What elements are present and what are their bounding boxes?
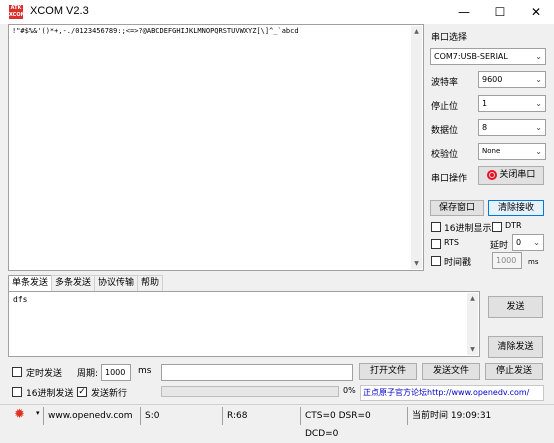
scroll-down-icon[interactable]: ▼ [411,258,422,269]
send-input[interactable]: dfs ▲ ▼ [8,291,480,357]
timestamp-unit: ms [528,258,539,266]
timestamp-checkbox[interactable] [431,256,441,266]
timed-send-checkbox[interactable] [12,367,22,377]
parity-select[interactable]: None ⌄ [478,143,546,160]
hex-display-checkbox[interactable] [431,222,441,232]
scroll-up-icon[interactable]: ▲ [467,293,478,304]
send-scrollbar[interactable]: ▲ ▼ [467,293,478,355]
delay-label: 延时 [490,241,509,251]
open-file-button[interactable]: 打开文件 [359,363,417,380]
tab-help[interactable]: 帮助 [137,275,164,291]
signal-status: CTS=0 DSR=0 DCD=0 [300,407,407,439]
website-link[interactable]: www.openedv.com [43,407,140,425]
tab-single-send[interactable]: 单条发送 [8,275,53,291]
chevron-down-icon[interactable]: ▾ [36,409,40,417]
timestamp-label: 时间戳 [444,258,472,268]
chevron-down-icon: ⌄ [535,99,542,108]
port-label: 串口选择 [431,33,468,43]
save-window-button[interactable]: 保存窗口 [430,200,484,216]
receive-count: R:68 [222,407,300,425]
send-newline-label: 发送新行 [91,389,128,399]
tab-multi-send[interactable]: 多条发送 [51,275,96,291]
maximize-button[interactable]: ☐ [482,0,518,24]
send-file-button[interactable]: 发送文件 [422,363,480,380]
receive-text: !"#$%&'()*+,-./0123456789:;<=>?@ABCDEFGH… [12,27,299,35]
timed-send-label: 定时发送 [26,369,63,379]
app-logo-icon: ATK XCOM [9,5,26,19]
stop-label: 停止位 [431,102,459,112]
close-button[interactable]: ✕ [518,0,554,24]
progress-bar [161,386,339,397]
send-button[interactable]: 发送 [488,296,543,318]
stop-select[interactable]: 1 ⌄ [478,95,546,112]
chevron-down-icon: ⌄ [535,52,542,61]
chevron-down-icon: ⌄ [535,123,542,132]
gear-icon[interactable]: ✹ [14,407,25,423]
stop-send-button[interactable]: 停止发送 [485,363,543,380]
window-title: XCOM V2.3 [30,5,89,17]
op-label: 串口操作 [431,174,468,184]
rts-checkbox[interactable] [431,239,441,249]
chevron-down-icon: ⌄ [533,238,540,247]
send-text: dfs [13,295,28,304]
period-label: 周期: [77,369,99,379]
data-label: 数据位 [431,126,459,136]
send-count: S:0 [140,407,222,425]
period-unit: ms [138,366,152,376]
hex-send-label: 16进制发送 [26,389,74,399]
delay-select[interactable]: 0 ⌄ [512,234,544,251]
progress-label: 0% [343,386,356,395]
close-port-button[interactable]: 关闭串口 [478,166,544,185]
clear-send-button[interactable]: 清除发送 [488,336,543,358]
parity-label: 校验位 [431,150,459,160]
scroll-up-icon[interactable]: ▲ [411,26,422,37]
tab-protocol[interactable]: 协议传输 [94,275,139,291]
file-path-input[interactable] [161,364,353,381]
receive-scrollbar[interactable]: ▲ ▼ [411,26,422,269]
port-select[interactable]: COM7:USB-SERIAL ⌄ [430,48,546,65]
current-time: 当前时间 19:09:31 [407,407,554,425]
dtr-label: DTR [505,221,522,230]
send-newline-checkbox[interactable]: ✓ [77,387,87,397]
receive-area[interactable]: !"#$%&'()*+,-./0123456789:;<=>?@ABCDEFGH… [8,24,424,271]
scroll-down-icon[interactable]: ▼ [467,344,478,355]
timestamp-input[interactable]: 1000 [492,252,522,269]
dtr-checkbox[interactable] [492,222,502,232]
clear-receive-button[interactable]: 清除接收 [488,200,544,216]
hex-send-checkbox[interactable] [12,387,22,397]
chevron-down-icon: ⌄ [535,147,542,156]
minimize-button[interactable]: — [446,0,482,24]
chevron-down-icon: ⌄ [535,75,542,84]
baud-select[interactable]: 9600 ⌄ [478,71,546,88]
period-input[interactable]: 1000 [101,364,131,381]
promo-link[interactable]: 正点原子官方论坛http://www.openedv.com/ [360,385,544,401]
data-select[interactable]: 8 ⌄ [478,119,546,136]
send-tabs: 单条发送 多条发送 协议传输 帮助 [8,275,164,291]
hex-display-label: 16进制显示 [444,224,492,234]
rts-label: RTS [444,238,459,247]
record-icon [486,169,497,180]
baud-label: 波特率 [431,78,459,88]
